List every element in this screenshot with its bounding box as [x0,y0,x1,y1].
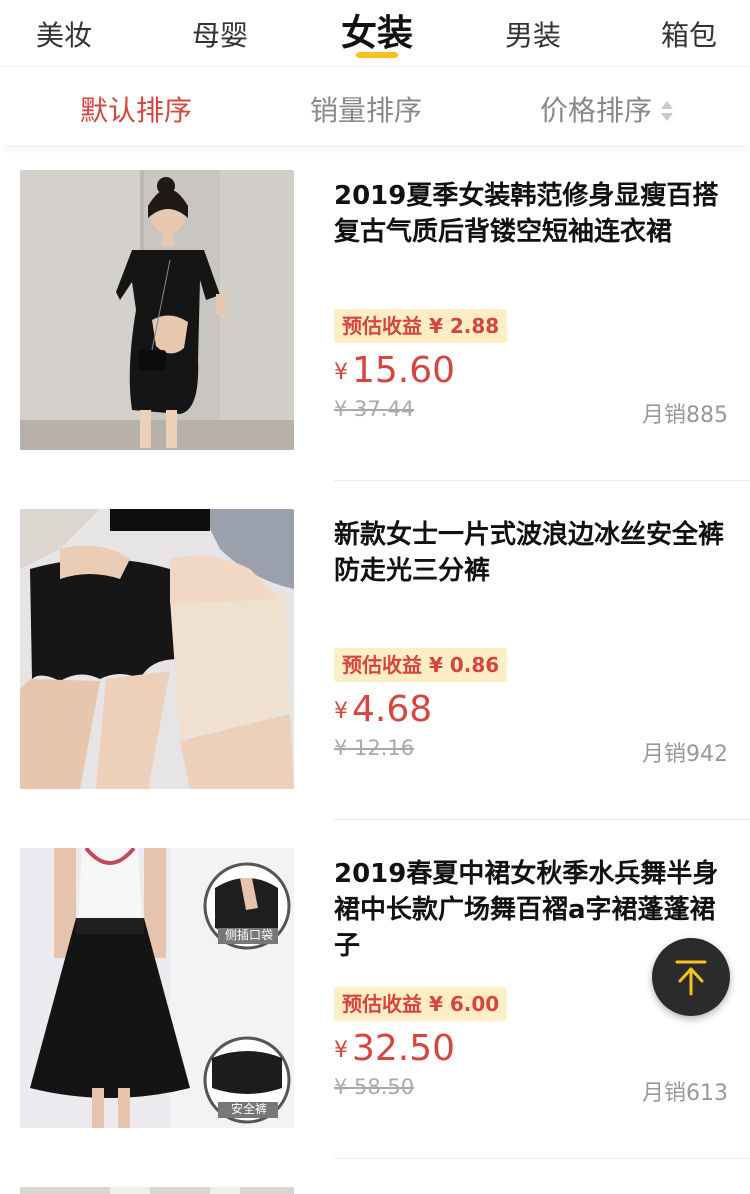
divider [334,1158,750,1159]
category-tabs: 美妆 母婴 女装 男装 箱包 [0,0,750,67]
tab-womens-clothing[interactable]: 女装 [322,0,432,66]
sort-sales-button[interactable]: 销量排序 [310,89,422,129]
tab-label: 箱包 [660,19,718,52]
sort-bar: 默认排序 销量排序 价格排序 [0,67,750,145]
price: ¥15.60 [334,350,455,391]
tab-label: 美妆 [35,19,93,52]
product-image[interactable]: 侧插口袋 安全裤 [20,848,294,1128]
sort-direction-icon [660,101,674,123]
price-value: 15.60 [352,350,456,391]
image-label: 侧插口袋 [224,928,273,942]
estimated-earnings-badge: 预估收益 ¥ 2.88 [334,309,508,343]
product-image[interactable] [20,170,294,450]
original-price: ¥ 12.16 [334,736,415,760]
price: ¥4.68 [334,689,432,730]
divider [334,480,750,481]
product-image-partial[interactable] [20,1187,294,1194]
back-to-top-button[interactable] [652,938,730,1016]
currency-symbol: ¥ [334,360,348,385]
tab-bags[interactable]: 箱包 [634,0,744,66]
product-card[interactable]: 新款女士一片式波浪边冰丝安全裤防走光三分裤 预估收益 ¥ 0.86 ¥4.68 … [0,509,750,848]
tab-beauty[interactable]: 美妆 [9,0,119,66]
monthly-sales: 月销885 [642,403,728,428]
tab-mens-clothing[interactable]: 男装 [478,0,588,66]
monthly-sales: 月销942 [642,742,728,767]
tab-label: 女装 [340,13,414,54]
product-title[interactable]: 新款女士一片式波浪边冰丝安全裤防走光三分裤 [334,517,734,589]
currency-symbol: ¥ [334,1038,348,1063]
price: ¥32.50 [334,1028,455,1069]
currency-symbol: ¥ [334,699,348,724]
estimated-earnings-badge: 预估收益 ¥ 6.00 [334,987,508,1021]
tab-baby[interactable]: 母婴 [165,0,275,66]
product-title[interactable]: 2019夏季女装韩范修身显瘦百搭复古气质后背镂空短袖连衣裙 [334,178,734,250]
product-card[interactable]: 2019夏季女装韩范修身显瘦百搭复古气质后背镂空短袖连衣裙 预估收益 ¥ 2.8… [0,170,750,509]
price-value: 32.50 [352,1028,456,1069]
product-image[interactable] [20,509,294,789]
arrow-up-to-top-icon [675,960,707,996]
sort-price-label: 价格排序 [540,94,653,127]
sort-price-button[interactable]: 价格排序 [540,89,674,129]
product-card[interactable]: 侧插口袋 安全裤 2019春夏中裙女秋季水兵舞半身裙中长款广场舞百褶a字裙蓬蓬裙… [0,848,750,1187]
divider [334,819,750,820]
tab-label: 男装 [504,19,562,52]
estimated-earnings-badge: 预估收益 ¥ 0.86 [334,648,508,682]
image-label: 安全裤 [230,1102,267,1116]
monthly-sales: 月销613 [642,1081,728,1106]
sort-default-button[interactable]: 默认排序 [80,89,192,129]
price-value: 4.68 [352,689,433,730]
tab-label: 母婴 [191,19,249,52]
original-price: ¥ 58.50 [334,1075,415,1099]
original-price: ¥ 37.44 [334,397,415,421]
active-tab-indicator [356,52,398,58]
